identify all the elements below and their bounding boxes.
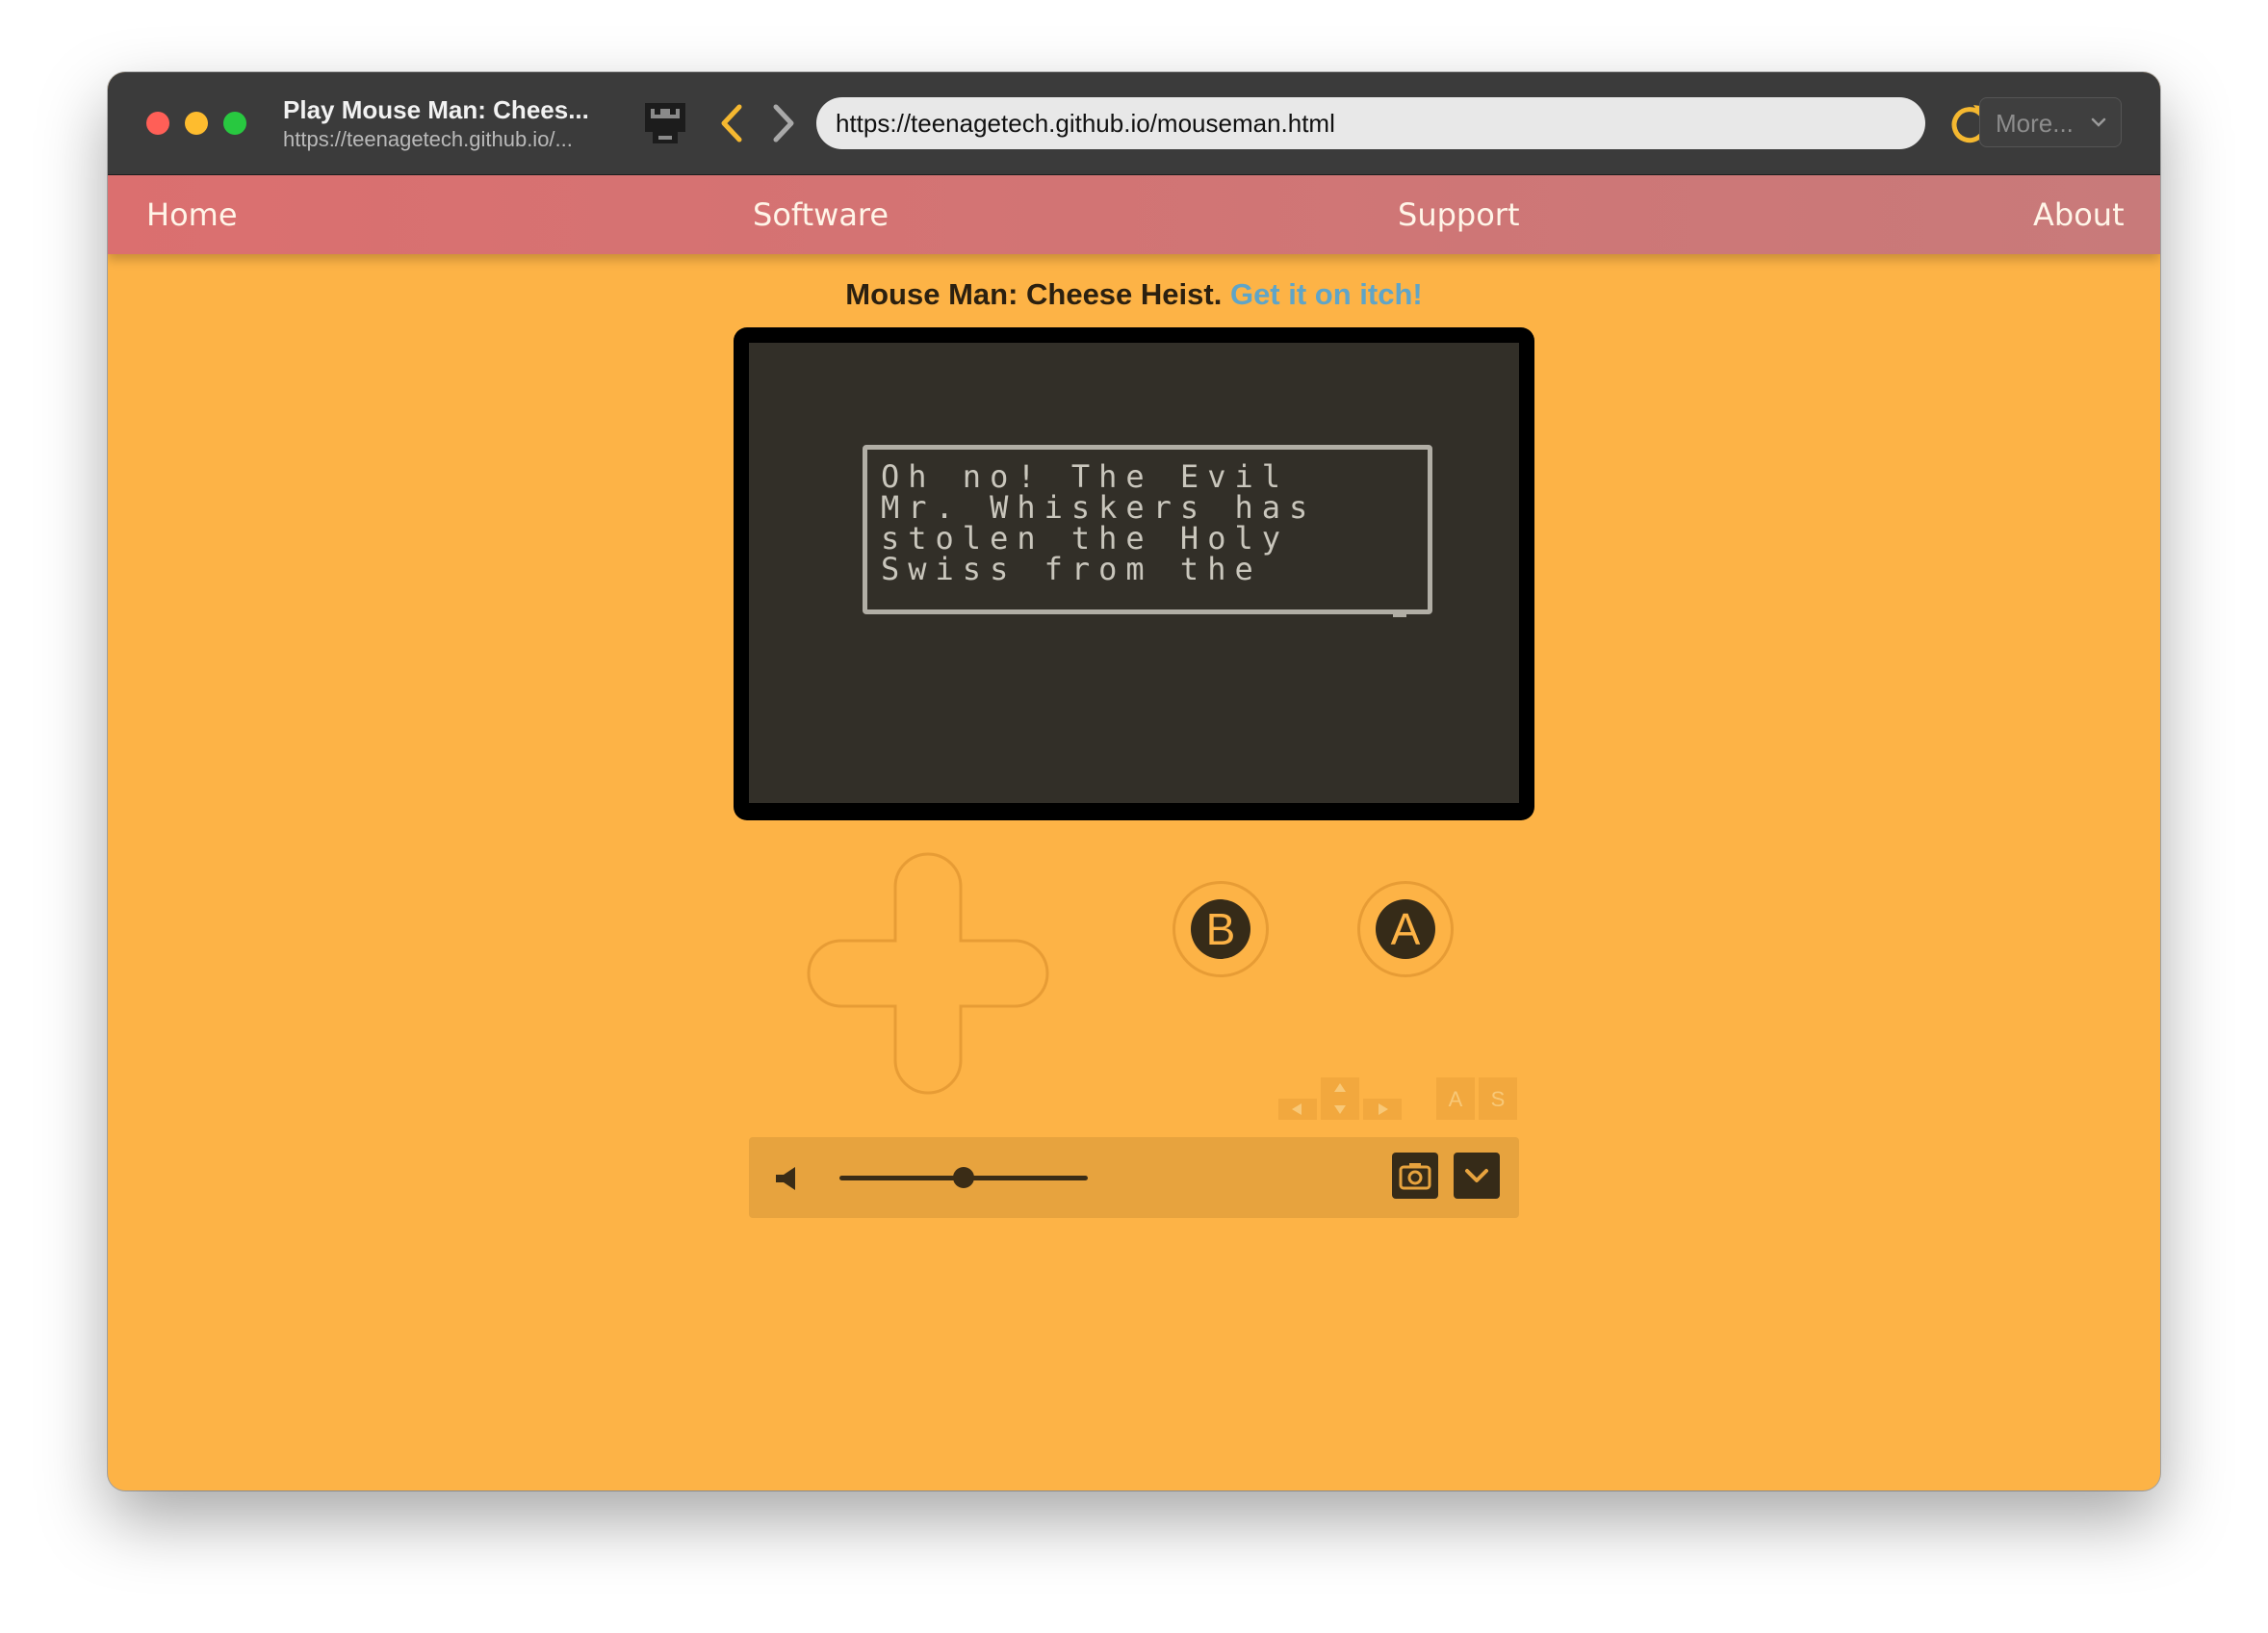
- tab-title-block[interactable]: Play Mouse Man: Chees... https://teenage…: [283, 95, 610, 152]
- dialog-continue-icon: [1393, 609, 1406, 617]
- forward-icon[interactable]: [764, 99, 803, 147]
- browser-window: Play Mouse Man: Chees... https://teenage…: [108, 72, 2160, 1490]
- screenshot-button[interactable]: [1392, 1153, 1438, 1199]
- game-screen[interactable]: Oh no! The Evil Mr. Whiskers has stolen …: [749, 343, 1519, 803]
- chevron-down-icon: [1465, 1169, 1488, 1182]
- a-button[interactable]: A: [1357, 881, 1454, 977]
- nav-about[interactable]: About: [2033, 175, 2125, 254]
- a-key-hint: A: [1449, 1087, 1463, 1111]
- address-bar[interactable]: https://teenagetech.github.io/mouseman.h…: [816, 97, 1925, 149]
- volume-slider-handle[interactable]: [953, 1167, 974, 1188]
- close-window-button[interactable]: [146, 112, 169, 135]
- itch-link[interactable]: Get it on itch!: [1230, 277, 1423, 311]
- a-button-label: A: [1376, 899, 1435, 959]
- more-menu-button[interactable]: More...: [1979, 97, 2122, 147]
- more-menu-label: More...: [1996, 109, 2074, 138]
- b-button-label: B: [1191, 899, 1250, 959]
- volume-slider[interactable]: [839, 1167, 1088, 1188]
- nav-software[interactable]: Software: [753, 175, 889, 254]
- tab-title: Play Mouse Man: Chees...: [283, 95, 589, 124]
- page-title: Mouse Man: Cheese Heist. Get it on itch!: [108, 277, 2160, 312]
- nav-home[interactable]: Home: [146, 175, 238, 254]
- minimize-window-button[interactable]: [185, 112, 208, 135]
- back-icon[interactable]: [712, 99, 751, 147]
- dialog-text: Oh no! The Evil Mr. Whiskers has stolen …: [881, 458, 1317, 587]
- chevron-down-icon: [2091, 117, 2106, 127]
- site-favicon-icon: [645, 103, 685, 143]
- arrow-keys-icon: [1278, 1077, 1402, 1120]
- game-title: Mouse Man: Cheese Heist.: [845, 277, 1223, 311]
- camera-icon: [1399, 1163, 1431, 1190]
- game-screen-frame: Oh no! The Evil Mr. Whiskers has stolen …: [734, 327, 1534, 820]
- keyboard-hints: A S: [1278, 1077, 1517, 1120]
- site-nav: Home Software Support About: [108, 175, 2160, 254]
- dialog-box: Oh no! The Evil Mr. Whiskers has stolen …: [863, 445, 1432, 617]
- s-key-hint: S: [1491, 1087, 1506, 1111]
- nav-support[interactable]: Support: [1398, 175, 1520, 254]
- toggle-panel-button[interactable]: [1454, 1153, 1500, 1199]
- volume-icon[interactable]: [774, 1166, 801, 1191]
- b-button[interactable]: B: [1173, 881, 1269, 977]
- browser-toolbar: Play Mouse Man: Chees... https://teenage…: [108, 72, 2160, 175]
- emulator-control-bar: [749, 1137, 1519, 1218]
- tab-url: https://teenagetech.github.io/...: [283, 127, 573, 151]
- dpad[interactable]: [807, 850, 1055, 1099]
- maximize-window-button[interactable]: [223, 112, 246, 135]
